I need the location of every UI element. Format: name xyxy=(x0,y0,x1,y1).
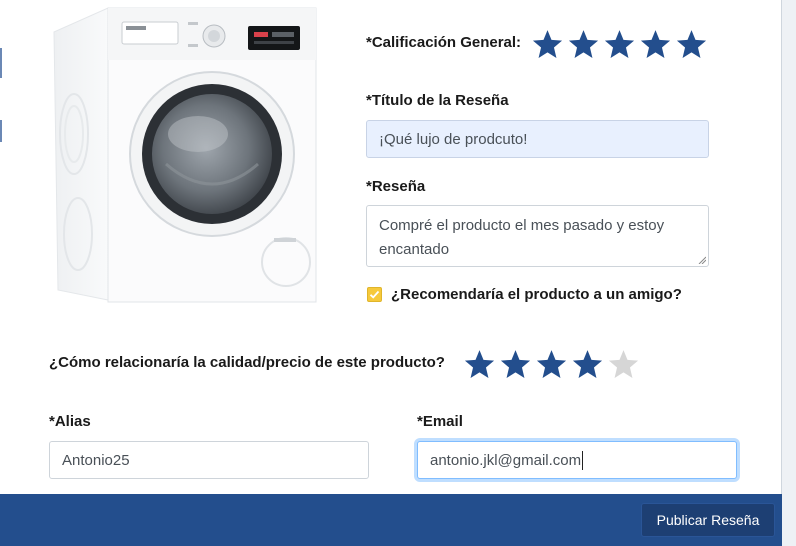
email-label: *Email xyxy=(417,413,463,430)
review-title-input[interactable]: ¡Qué lujo de prodcuto! xyxy=(366,120,709,158)
value-rating-stars[interactable] xyxy=(463,348,640,381)
overall-rating-label: *Calificación General: xyxy=(366,34,522,51)
star-filled-icon[interactable] xyxy=(571,348,604,381)
background-mark xyxy=(0,48,2,78)
overall-rating-stars[interactable] xyxy=(531,28,708,61)
review-title-value: ¡Qué lujo de prodcuto! xyxy=(379,130,528,148)
value-rating-label: ¿Cómo relacionaría la calidad/precio de … xyxy=(49,354,445,371)
review-body-textarea[interactable]: Compré el producto el mes pasado y estoy… xyxy=(366,205,709,267)
star-filled-icon[interactable] xyxy=(531,28,564,61)
star-filled-icon[interactable] xyxy=(535,348,568,381)
resize-grip-icon[interactable] xyxy=(698,256,706,264)
star-filled-icon[interactable] xyxy=(567,28,600,61)
email-value: antonio.jkl@gmail.com xyxy=(430,451,582,469)
alias-input[interactable]: Antonio25 xyxy=(49,441,369,479)
recommend-label: ¿Recomendaría el producto a un amigo? xyxy=(391,286,682,303)
check-icon xyxy=(369,290,380,299)
alias-label: *Alias xyxy=(49,413,91,430)
product-image-washing-machine xyxy=(48,4,320,304)
recommend-checkbox[interactable] xyxy=(367,287,382,302)
page-background-right xyxy=(782,0,796,546)
star-filled-icon[interactable] xyxy=(463,348,496,381)
star-filled-icon[interactable] xyxy=(499,348,532,381)
alias-value: Antonio25 xyxy=(62,451,130,469)
star-filled-icon[interactable] xyxy=(675,28,708,61)
review-body-label: *Reseña xyxy=(366,178,426,195)
background-mark xyxy=(0,120,2,142)
publish-review-button[interactable]: Publicar Reseña xyxy=(641,503,775,537)
review-body-value: Compré el producto el mes pasado y estoy… xyxy=(379,217,665,258)
text-caret xyxy=(582,450,584,470)
star-empty-icon[interactable] xyxy=(607,348,640,381)
review-title-label: *Título de la Reseña xyxy=(366,92,509,109)
email-input[interactable]: antonio.jkl@gmail.com xyxy=(417,441,737,479)
star-filled-icon[interactable] xyxy=(603,28,636,61)
star-filled-icon[interactable] xyxy=(639,28,672,61)
